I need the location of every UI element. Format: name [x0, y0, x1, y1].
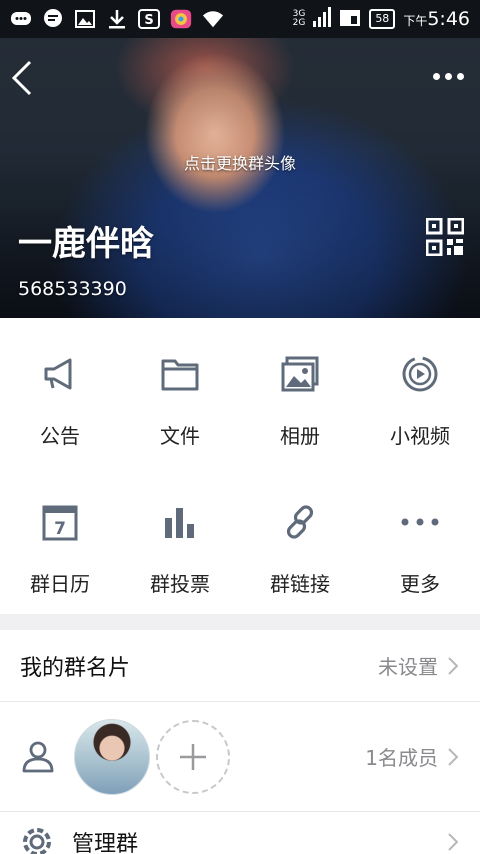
function-announcement[interactable]: 公告 [0, 318, 120, 466]
function-label: 文件 [160, 424, 200, 448]
chevron-right-icon [448, 656, 459, 675]
back-arrow-icon [11, 60, 32, 96]
manage-group-row[interactable]: 管理群 [0, 812, 480, 854]
plus-icon [180, 743, 206, 770]
function-label: 公告 [40, 424, 80, 448]
function-more[interactable]: 更多 [360, 466, 480, 614]
manage-group-title: 管理群 [72, 832, 139, 854]
gear-icon [23, 828, 51, 854]
clock: 下午5:46 [403, 8, 470, 30]
members-icon [22, 741, 54, 772]
function-link[interactable]: 群链接 [240, 466, 360, 614]
signal-icon [313, 7, 332, 31]
function-label: 更多 [400, 572, 440, 596]
qr-code-icon [425, 217, 465, 257]
members-row[interactable]: 1名成员 [0, 702, 480, 812]
group-functions-grid: 公告 文件 相册 小视频 7 群日历 群投票 群链接 更多 [0, 318, 480, 614]
svg-text:S: S [144, 13, 153, 28]
calendar-day: 7 [54, 519, 66, 539]
my-group-card-title: 我的群名片 [20, 655, 131, 681]
wifi-icon [202, 8, 224, 30]
video-icon [400, 354, 440, 394]
game-icon [170, 8, 192, 30]
folder-icon [160, 354, 200, 394]
back-button[interactable] [10, 58, 40, 98]
chevron-right-icon [448, 833, 459, 851]
group-id: 568533390 [18, 278, 127, 300]
add-member-button[interactable] [156, 719, 230, 794]
group-name: 一鹿伴晗 [18, 224, 154, 264]
function-label: 群链接 [270, 572, 330, 596]
function-label: 群投票 [150, 572, 210, 596]
sim-icon [339, 7, 361, 31]
album-icon [280, 354, 320, 394]
chat-bubble-icon [10, 8, 32, 30]
battery-icon: 58 [369, 9, 396, 29]
chevron-right-icon [448, 747, 459, 766]
more-dot-icon [432, 72, 440, 80]
time-value: 5:46 [427, 8, 470, 30]
megaphone-icon [40, 354, 80, 394]
function-files[interactable]: 文件 [120, 318, 240, 466]
image-icon [74, 8, 96, 30]
function-label: 小视频 [390, 424, 450, 448]
vote-icon [160, 502, 200, 542]
message-icon [42, 8, 64, 30]
download-icon [106, 8, 128, 30]
network-type: 3G 2G [293, 10, 306, 28]
calendar-icon: 7 [40, 502, 80, 542]
network-bottom-label: 2G [292, 18, 306, 28]
more-dots-icon [400, 502, 440, 542]
change-avatar-hint[interactable]: 点击更换群头像 [0, 150, 480, 174]
qr-code-button[interactable] [425, 217, 465, 257]
member-avatar[interactable] [74, 718, 150, 795]
group-avatar-header[interactable]: 点击更换群头像 一鹿伴晗 568533390 [0, 38, 480, 318]
more-dot-icon [444, 72, 452, 80]
my-group-card-row[interactable]: 我的群名片 未设置 [0, 630, 480, 702]
function-label: 相册 [280, 424, 320, 448]
function-vote[interactable]: 群投票 [120, 466, 240, 614]
function-calendar[interactable]: 7 群日历 [0, 466, 120, 614]
s-app-icon: S [138, 8, 160, 30]
function-short-video[interactable]: 小视频 [360, 318, 480, 466]
link-icon [280, 502, 320, 542]
status-bar: S 3G 2G 58 下午5:46 [0, 0, 480, 38]
time-prefix: 下午 [403, 14, 428, 28]
header-shade [0, 38, 480, 318]
function-album[interactable]: 相册 [240, 318, 360, 466]
more-dot-icon [456, 72, 464, 80]
my-group-card-value: 未设置 [378, 655, 438, 679]
member-count: 1名成员 [365, 746, 438, 770]
function-label: 群日历 [30, 572, 90, 596]
section-divider [0, 614, 480, 630]
more-menu-button[interactable] [428, 64, 468, 88]
